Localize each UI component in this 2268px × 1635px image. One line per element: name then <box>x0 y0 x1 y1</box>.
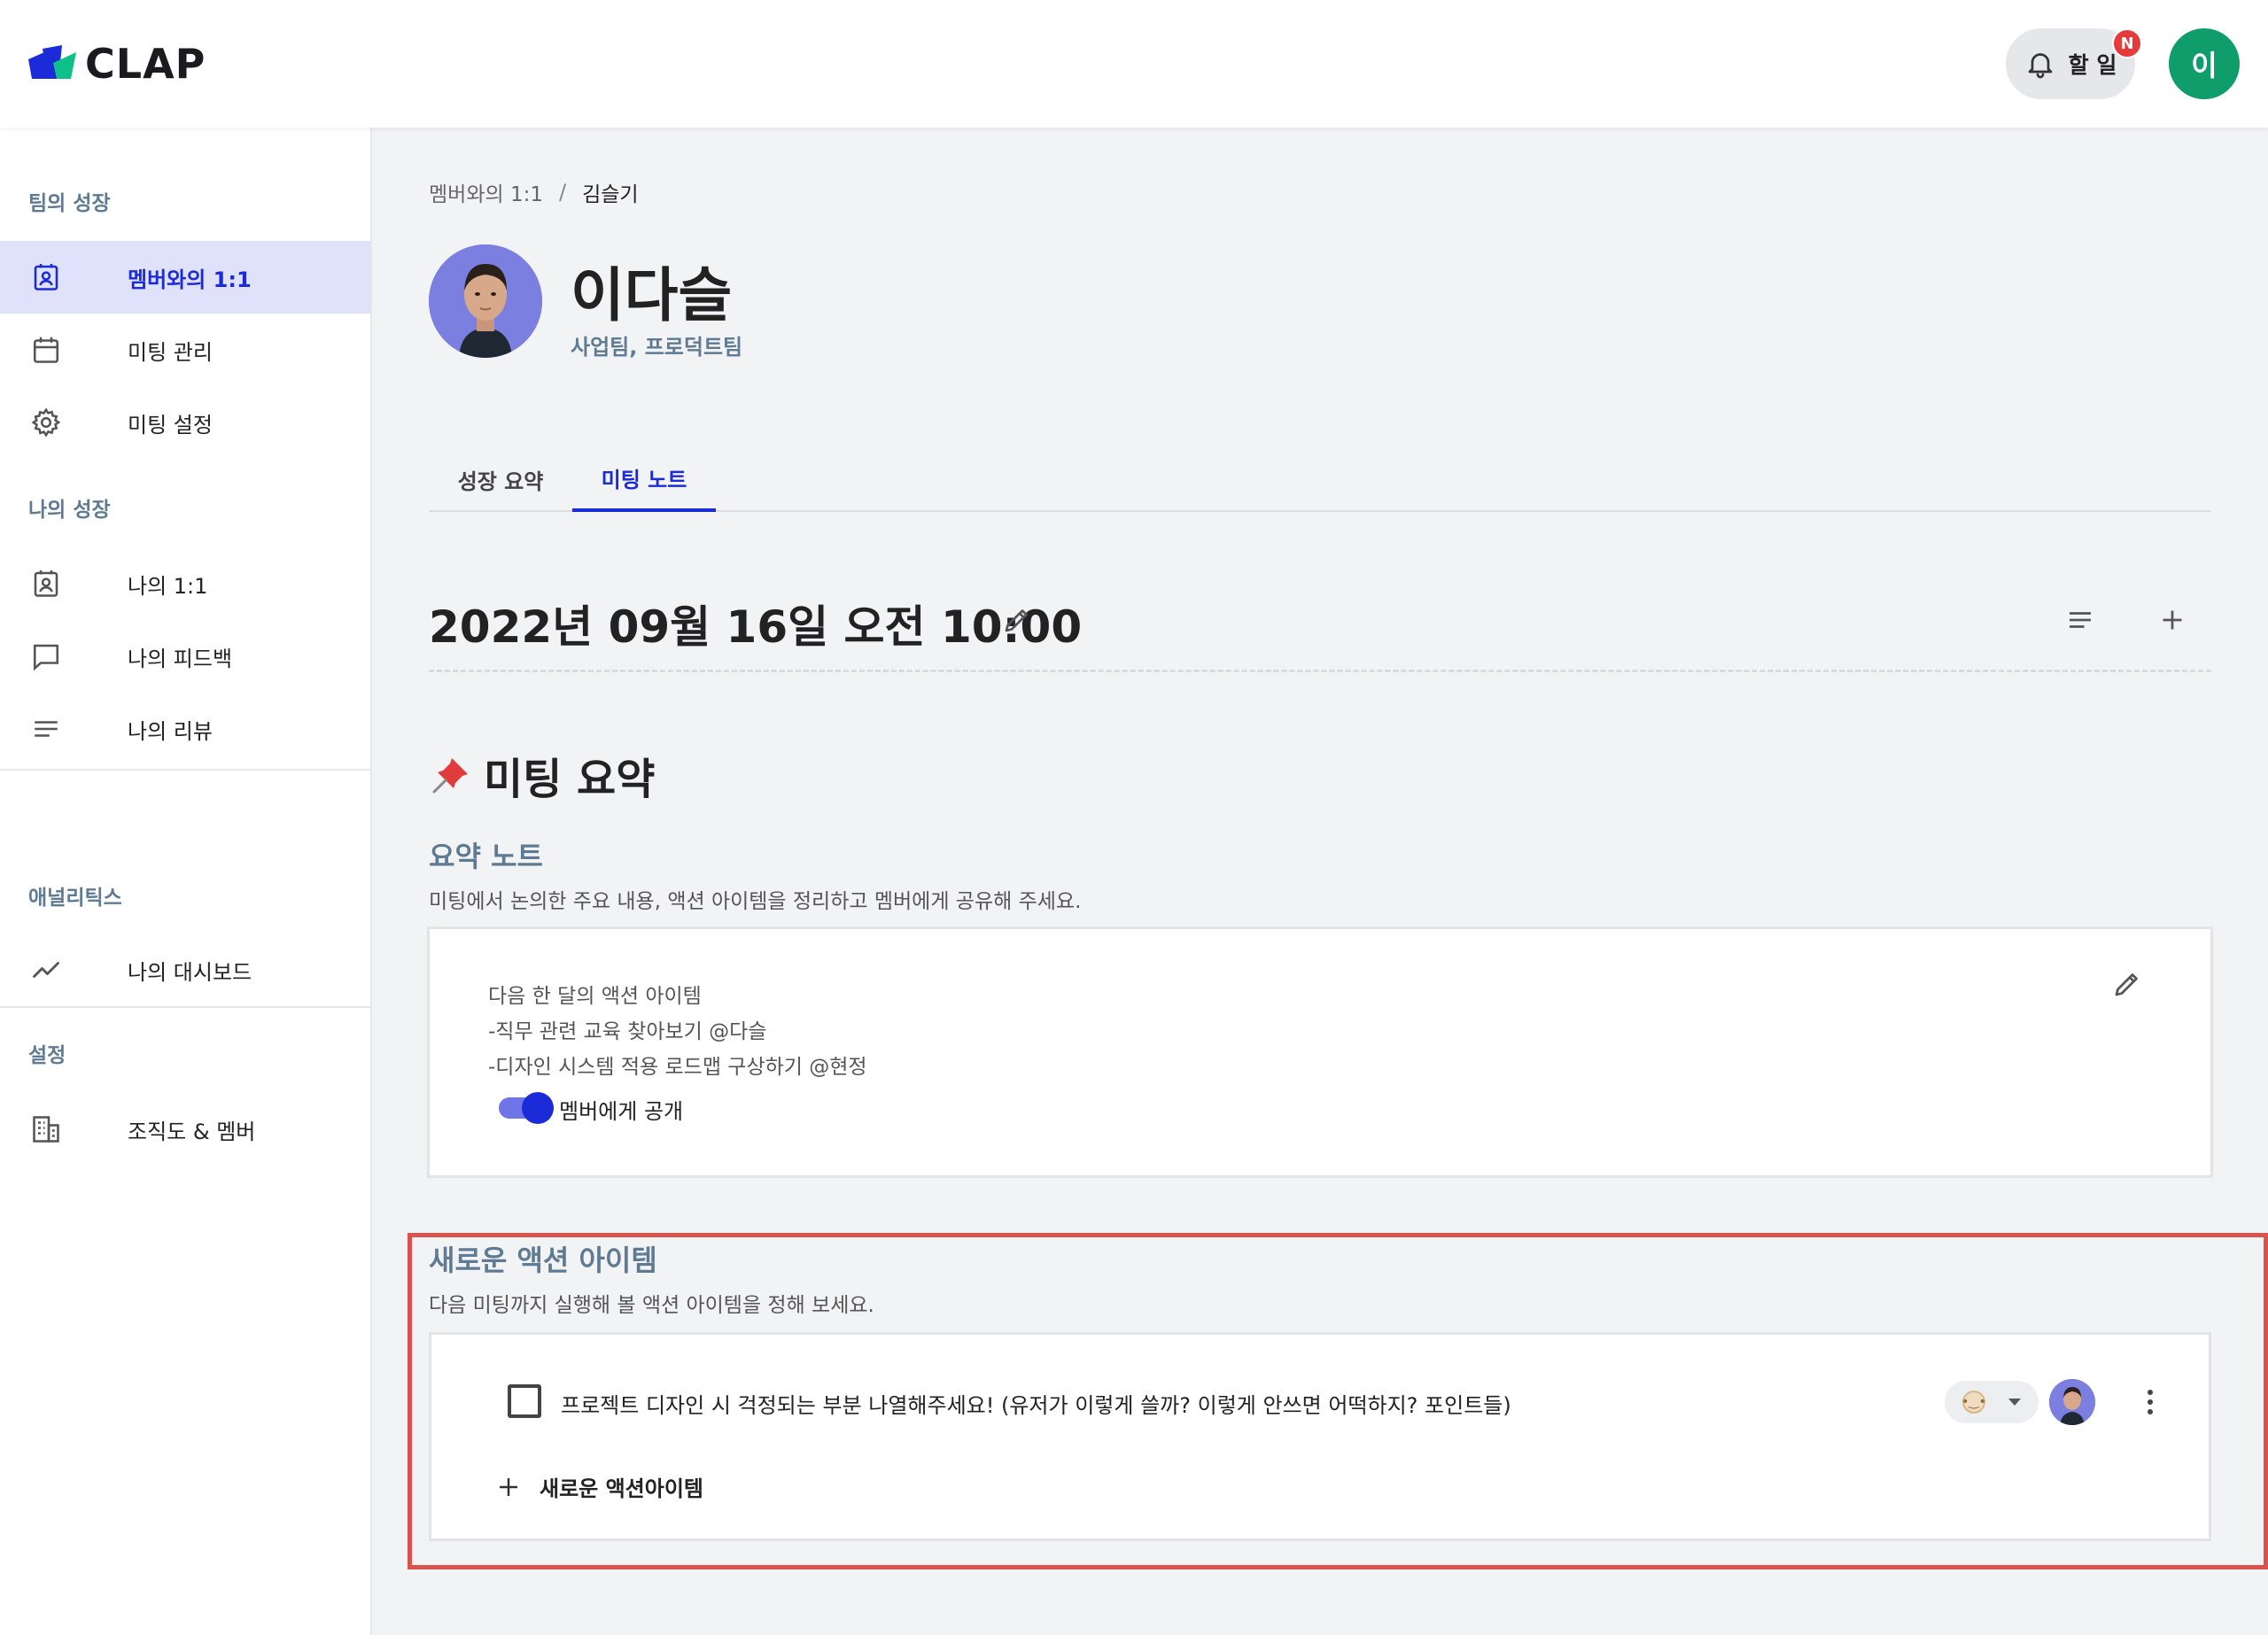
note-line: -직무 관련 교육 찾아보기 @다슬 <box>488 1020 767 1043</box>
pencil-icon <box>2115 973 2138 996</box>
breadcrumb-separator: / <box>558 180 567 205</box>
sidebar-divider <box>0 1006 370 1008</box>
add-note-button[interactable] <box>2151 599 2194 641</box>
mood-select[interactable]: •‿• <box>1945 1381 2039 1423</box>
summary-note-title: 요약 노트 <box>429 840 543 873</box>
breadcrumb: 멤버와의 1:1 / 김슬기 <box>429 177 639 207</box>
neutral-face-icon: •‿• <box>1961 1391 1986 1414</box>
profile-teams: 사업팀, 프로덕트팀 <box>571 335 743 360</box>
clap-logo-icon <box>28 45 76 79</box>
share-toggle-label: 멤버에게 공개 <box>559 1099 684 1124</box>
top-bar: CLAP 할 일 N 이 <box>0 0 2268 128</box>
chat-bubble-icon <box>30 640 62 672</box>
sidebar-item-label: 나의 대시보드 <box>128 959 252 985</box>
summary-heading-text: 미팅 요약 <box>484 755 656 804</box>
building-icon <box>30 1113 62 1145</box>
more-options-button[interactable] <box>2132 1383 2168 1422</box>
edit-datetime-button[interactable] <box>996 599 1038 641</box>
trend-icon <box>30 954 62 986</box>
summary-note-card[interactable]: 다음 한 달의 액션 아이템 -직무 관련 교육 찾아보기 @다슬 -디자인 시… <box>427 926 2213 1178</box>
summary-heading: 미팅 요약 <box>429 744 655 806</box>
sidebar-divider <box>0 769 370 771</box>
action-items-card: 프로젝트 디자인 시 걱정되는 부분 나열해주세요! (유저가 이렇게 쓸까? … <box>429 1332 2211 1541</box>
sidebar-item-label: 멤버와의 1:1 <box>128 267 252 292</box>
add-action-item-label: 새로운 액션아이템 <box>540 1476 703 1501</box>
section-title-settings: 설정 <box>28 1044 66 1067</box>
edit-note-button[interactable] <box>2106 963 2148 1005</box>
sidebar-item-my-dashboard[interactable]: 나의 대시보드 <box>0 934 370 1006</box>
lines-icon <box>30 713 62 745</box>
profile-name: 이다슬 <box>571 261 733 329</box>
clap-logo[interactable]: CLAP <box>27 40 206 88</box>
action-items-title: 새로운 액션 아이템 <box>429 1244 657 1277</box>
plus-icon <box>2163 610 2182 630</box>
meeting-datetime: 2022년 09월 16일 오전 10:00 <box>429 601 1083 653</box>
sidebar-item-org-members[interactable]: 조직도 & 멤버 <box>0 1093 370 1166</box>
bell-icon <box>2028 53 2052 79</box>
summary-note-description: 미팅에서 논의한 주요 내용, 액션 아이템을 정리하고 멤버에게 공유해 주세… <box>429 890 1082 913</box>
sidebar-item-my-review[interactable]: 나의 리뷰 <box>0 693 370 765</box>
sidebar-item-label: 미팅 관리 <box>128 339 213 365</box>
action-item-text[interactable]: 프로젝트 디자인 시 걱정되는 부분 나열해주세요! (유저가 이렇게 쓸까? … <box>561 1388 1511 1419</box>
section-title-my-growth: 나의 성장 <box>28 499 111 522</box>
dashed-divider <box>429 670 2211 672</box>
sidebar-item-label: 조직도 & 멤버 <box>128 1119 256 1144</box>
sidebar: 팀의 성장 멤버와의 1:1 미팅 관리 미팅 설정 나의 성장 나의 1:1 … <box>0 128 372 1635</box>
action-item-checkbox[interactable] <box>508 1384 541 1418</box>
sidebar-item-meeting-manage[interactable]: 미팅 관리 <box>0 314 370 386</box>
add-action-item-button[interactable]: 새로운 액션아이템 <box>495 1471 703 1502</box>
user-avatar[interactable]: 이 <box>2169 28 2240 99</box>
list-icon <box>2070 612 2091 628</box>
caret-down-icon <box>2008 1399 2021 1406</box>
sidebar-item-my-feedback[interactable]: 나의 피드백 <box>0 620 370 693</box>
note-line: -디자인 시스템 적용 로드맵 구상하기 @현정 <box>488 1056 867 1079</box>
assignee-avatar[interactable] <box>2049 1379 2095 1425</box>
pushpin-icon <box>432 758 468 794</box>
contact-card-icon <box>30 261 62 293</box>
sidebar-item-my-1on1[interactable]: 나의 1:1 <box>0 547 370 620</box>
contact-card-icon <box>30 568 62 600</box>
sidebar-item-member-1on1[interactable]: 멤버와의 1:1 <box>0 241 370 314</box>
sidebar-item-label: 나의 피드백 <box>128 646 233 671</box>
vertical-dots-icon <box>2148 1390 2153 1414</box>
tab-bar: 성장 요약 미팅 노트 <box>429 446 2211 512</box>
sidebar-item-label: 나의 리뷰 <box>128 718 213 744</box>
breadcrumb-parent[interactable]: 멤버와의 1:1 <box>429 177 543 207</box>
action-items-description: 다음 미팅까지 실행해 볼 액션 아이템을 정해 보세요. <box>429 1294 874 1317</box>
notification-badge: N <box>2112 28 2142 58</box>
list-view-button[interactable] <box>2059 599 2101 641</box>
pencil-icon <box>1005 609 1028 632</box>
sidebar-item-meeting-settings[interactable]: 미팅 설정 <box>0 386 370 459</box>
sidebar-item-label: 나의 1:1 <box>128 573 208 599</box>
sidebar-item-label: 미팅 설정 <box>128 412 213 438</box>
section-title-analytics: 애널리틱스 <box>28 887 122 910</box>
profile-avatar <box>429 244 542 358</box>
plus-icon <box>500 1477 517 1496</box>
logo-text: CLAP <box>85 40 206 88</box>
tab-growth-summary[interactable]: 성장 요약 <box>429 446 572 512</box>
note-line: 다음 한 달의 액션 아이템 <box>488 985 702 1008</box>
breadcrumb-current: 김슬기 <box>582 183 639 206</box>
gear-icon <box>30 407 62 438</box>
share-toggle-knob[interactable] <box>522 1092 554 1124</box>
tab-meeting-notes[interactable]: 미팅 노트 <box>572 446 716 512</box>
section-title-team-growth: 팀의 성장 <box>28 192 111 215</box>
todo-label: 할 일 <box>2068 52 2117 78</box>
calendar-icon <box>30 334 62 366</box>
